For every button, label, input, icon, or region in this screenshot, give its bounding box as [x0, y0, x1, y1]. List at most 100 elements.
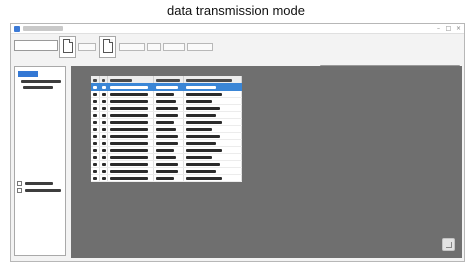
table-cell	[153, 132, 184, 140]
table-cell	[153, 97, 184, 105]
figure-caption: data transmission mode	[166, 3, 305, 18]
table-cell	[99, 125, 108, 133]
table-cell	[91, 125, 100, 133]
table-row[interactable]	[91, 111, 242, 119]
table-cell	[91, 97, 100, 105]
table-cell	[107, 104, 154, 112]
table-cell	[91, 174, 100, 182]
table-cell	[99, 174, 108, 182]
document-icon	[63, 39, 73, 53]
table-row[interactable]	[91, 132, 242, 140]
content-pane	[71, 66, 462, 258]
data-table	[91, 76, 242, 182]
toolbar-item-3[interactable]	[147, 43, 161, 51]
table-cell	[153, 104, 184, 112]
table-cell	[153, 83, 184, 91]
table-cell	[153, 174, 184, 182]
tree-item[interactable]	[23, 86, 53, 89]
table-cell	[107, 83, 154, 91]
column-header[interactable]	[99, 76, 108, 83]
table-cell	[91, 90, 100, 98]
table-cell	[91, 153, 100, 161]
table-cell	[91, 167, 100, 175]
window-title	[23, 26, 63, 31]
toolbar-item-5[interactable]	[187, 43, 213, 51]
table-cell	[183, 118, 242, 126]
toolbar-item-4[interactable]	[163, 43, 185, 51]
table-cell	[107, 139, 154, 147]
table-cell	[153, 125, 184, 133]
tree-root-item[interactable]	[18, 71, 38, 77]
table-cell	[99, 160, 108, 168]
table-cell	[99, 83, 108, 91]
option-checkbox-2[interactable]	[17, 188, 22, 193]
tree-item[interactable]	[21, 80, 61, 83]
document-icon	[103, 39, 113, 53]
table-cell	[107, 90, 154, 98]
option-label-2	[25, 189, 61, 192]
table-cell	[99, 146, 108, 154]
table-cell	[99, 111, 108, 119]
open-file-button[interactable]	[59, 36, 76, 58]
table-cell	[183, 167, 242, 175]
title-bar: – □ ×	[11, 24, 464, 34]
table-cell	[153, 160, 184, 168]
edit-note-icon[interactable]	[442, 238, 455, 251]
table-cell	[99, 167, 108, 175]
table-cell	[107, 118, 154, 126]
column-header[interactable]	[153, 76, 184, 83]
table-cell	[107, 132, 154, 140]
search-input[interactable]	[14, 40, 58, 51]
toolbar-item-1[interactable]	[78, 43, 96, 51]
toolbar-item-2[interactable]	[119, 43, 145, 51]
table-row[interactable]	[91, 139, 242, 147]
table-cell	[183, 125, 242, 133]
option-checkbox-1[interactable]	[17, 181, 22, 186]
table-cell	[107, 146, 154, 154]
table-row[interactable]	[91, 160, 242, 168]
table-header	[91, 76, 242, 83]
table-cell	[183, 83, 242, 91]
table-cell	[183, 153, 242, 161]
table-cell	[153, 90, 184, 98]
new-file-button[interactable]	[99, 36, 116, 58]
table-cell	[153, 153, 184, 161]
maximize-button[interactable]: □	[445, 26, 452, 32]
table-cell	[107, 111, 154, 119]
table-row[interactable]	[91, 118, 242, 126]
table-cell	[183, 111, 242, 119]
table-cell	[91, 139, 100, 147]
table-cell	[91, 160, 100, 168]
table-row[interactable]	[91, 125, 242, 133]
minimize-button[interactable]: –	[435, 26, 442, 32]
table-cell	[99, 97, 108, 105]
column-header[interactable]	[107, 76, 154, 83]
sidebar	[14, 66, 66, 256]
close-button[interactable]: ×	[455, 26, 462, 32]
table-row[interactable]	[91, 146, 242, 154]
app-icon	[14, 26, 20, 32]
table-cell	[99, 118, 108, 126]
table-cell	[107, 97, 154, 105]
table-row[interactable]	[91, 167, 242, 175]
column-header[interactable]	[91, 76, 100, 83]
table-row[interactable]	[91, 174, 242, 182]
column-header[interactable]	[183, 76, 242, 83]
toolbar	[11, 35, 464, 69]
table-row[interactable]	[91, 153, 242, 161]
table-cell	[183, 174, 242, 182]
table-row[interactable]	[91, 104, 242, 112]
table-cell	[183, 160, 242, 168]
table-cell	[91, 83, 100, 91]
table-cell	[183, 132, 242, 140]
table-cell	[99, 104, 108, 112]
table-cell	[99, 139, 108, 147]
table-row[interactable]	[91, 97, 242, 105]
table-cell	[107, 167, 154, 175]
table-row[interactable]	[91, 90, 242, 98]
table-cell	[91, 111, 100, 119]
table-row[interactable]	[91, 83, 242, 91]
table-body	[91, 83, 242, 182]
table-cell	[107, 160, 154, 168]
table-cell	[107, 153, 154, 161]
